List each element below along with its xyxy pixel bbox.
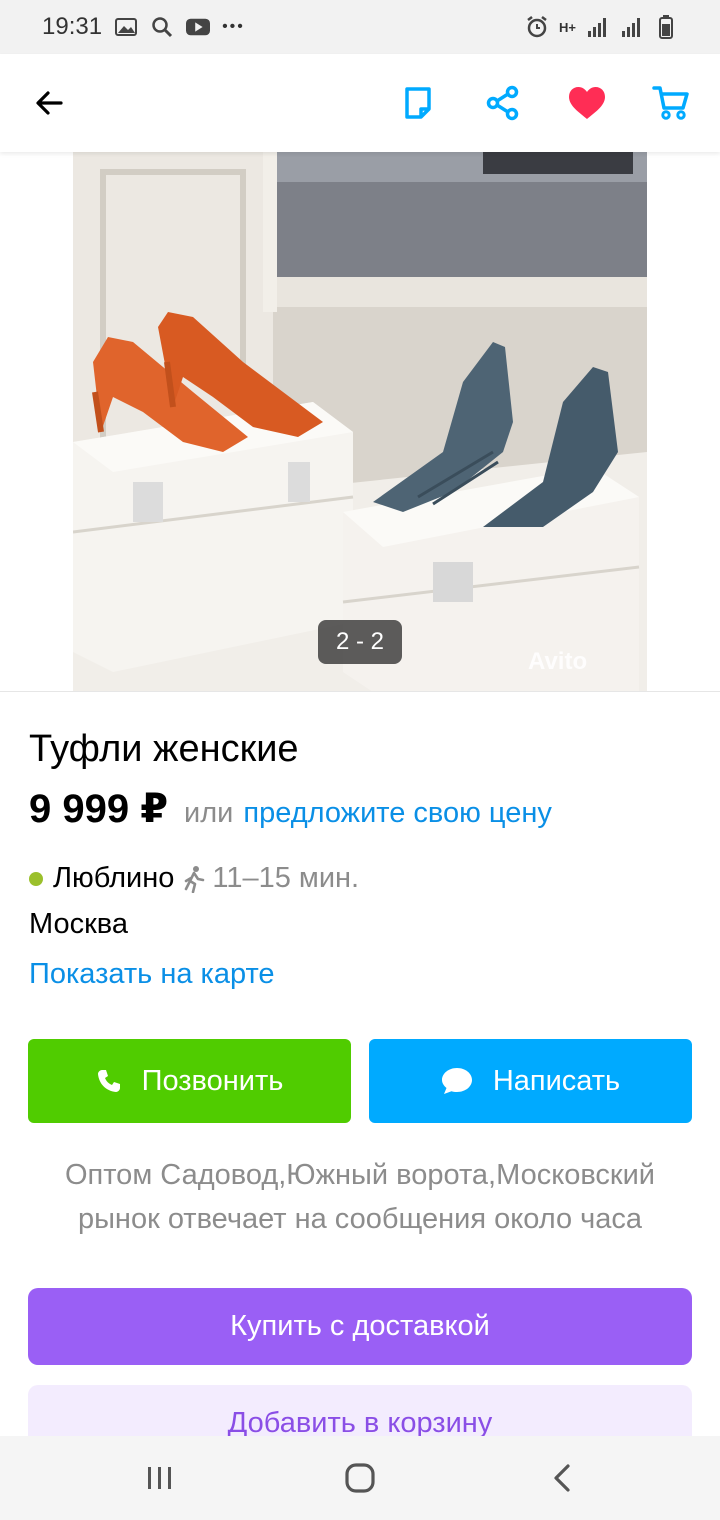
seller-info[interactable]: Оптом Садовод,Южный ворота,Московский ры…: [30, 1153, 690, 1241]
more-notifications: •••: [222, 18, 245, 35]
product-photo[interactable]: [73, 152, 647, 692]
seller-name: Оптом Садовод,Южный ворота,Московский: [64, 1159, 656, 1191]
back-arrow-icon[interactable]: [27, 81, 71, 125]
offer-price-link[interactable]: предложите свою цену: [243, 797, 551, 830]
metro-station: Люблино: [53, 862, 175, 894]
signal-icon: [586, 15, 610, 39]
walking-icon: [182, 865, 206, 893]
walk-info: 11–15 мин.: [182, 862, 359, 895]
status-bar: 19:31 ••• H+: [0, 0, 720, 54]
walk-time: 11–15 мин.: [212, 862, 360, 894]
call-button[interactable]: Позвонить: [28, 1039, 351, 1123]
home-icon[interactable]: [338, 1456, 382, 1500]
status-time: 19:31: [42, 13, 103, 40]
photo-gallery[interactable]: [0, 152, 720, 692]
share-icon[interactable]: [481, 81, 525, 125]
chat-icon: [441, 1067, 473, 1095]
write-label: Написать: [492, 1064, 621, 1097]
photo-counter: 2 - 2: [318, 620, 402, 664]
back-icon[interactable]: [540, 1456, 584, 1500]
note-icon[interactable]: [396, 81, 440, 125]
signal-icon: [620, 15, 644, 39]
network-type: H+: [559, 19, 576, 35]
price-row: 9 999 ₽ или предложите свою цену: [29, 786, 552, 832]
price-or: или: [184, 797, 234, 829]
divider: [0, 691, 720, 692]
call-label: Позвонить: [141, 1064, 284, 1097]
image-icon: [114, 15, 138, 39]
alarm-icon: [525, 15, 549, 39]
cart-icon[interactable]: [649, 81, 693, 125]
phone-icon: [96, 1068, 122, 1094]
search-icon: [150, 15, 174, 39]
avito-watermark: Avito: [528, 648, 588, 675]
seller-response-time: рынок отвечает на сообщения около часа: [77, 1203, 643, 1235]
show-on-map-link[interactable]: Показать на карте: [29, 958, 275, 991]
metro-line-dot: [29, 871, 43, 886]
heart-icon[interactable]: [565, 81, 609, 125]
city: Москва: [29, 908, 129, 940]
recent-apps-icon[interactable]: [138, 1456, 182, 1500]
write-button[interactable]: Написать: [369, 1039, 692, 1123]
metro-row: Люблино 11–15 мин.: [29, 862, 359, 895]
listing-title: Туфли женские: [29, 728, 299, 770]
system-nav-bar: [0, 1436, 720, 1520]
battery-icon: [654, 15, 678, 39]
buy-with-delivery-button[interactable]: Купить с доставкой: [28, 1288, 692, 1365]
app-toolbar: [0, 54, 720, 152]
youtube-icon: [186, 15, 211, 39]
price: 9 999 ₽: [29, 787, 169, 831]
